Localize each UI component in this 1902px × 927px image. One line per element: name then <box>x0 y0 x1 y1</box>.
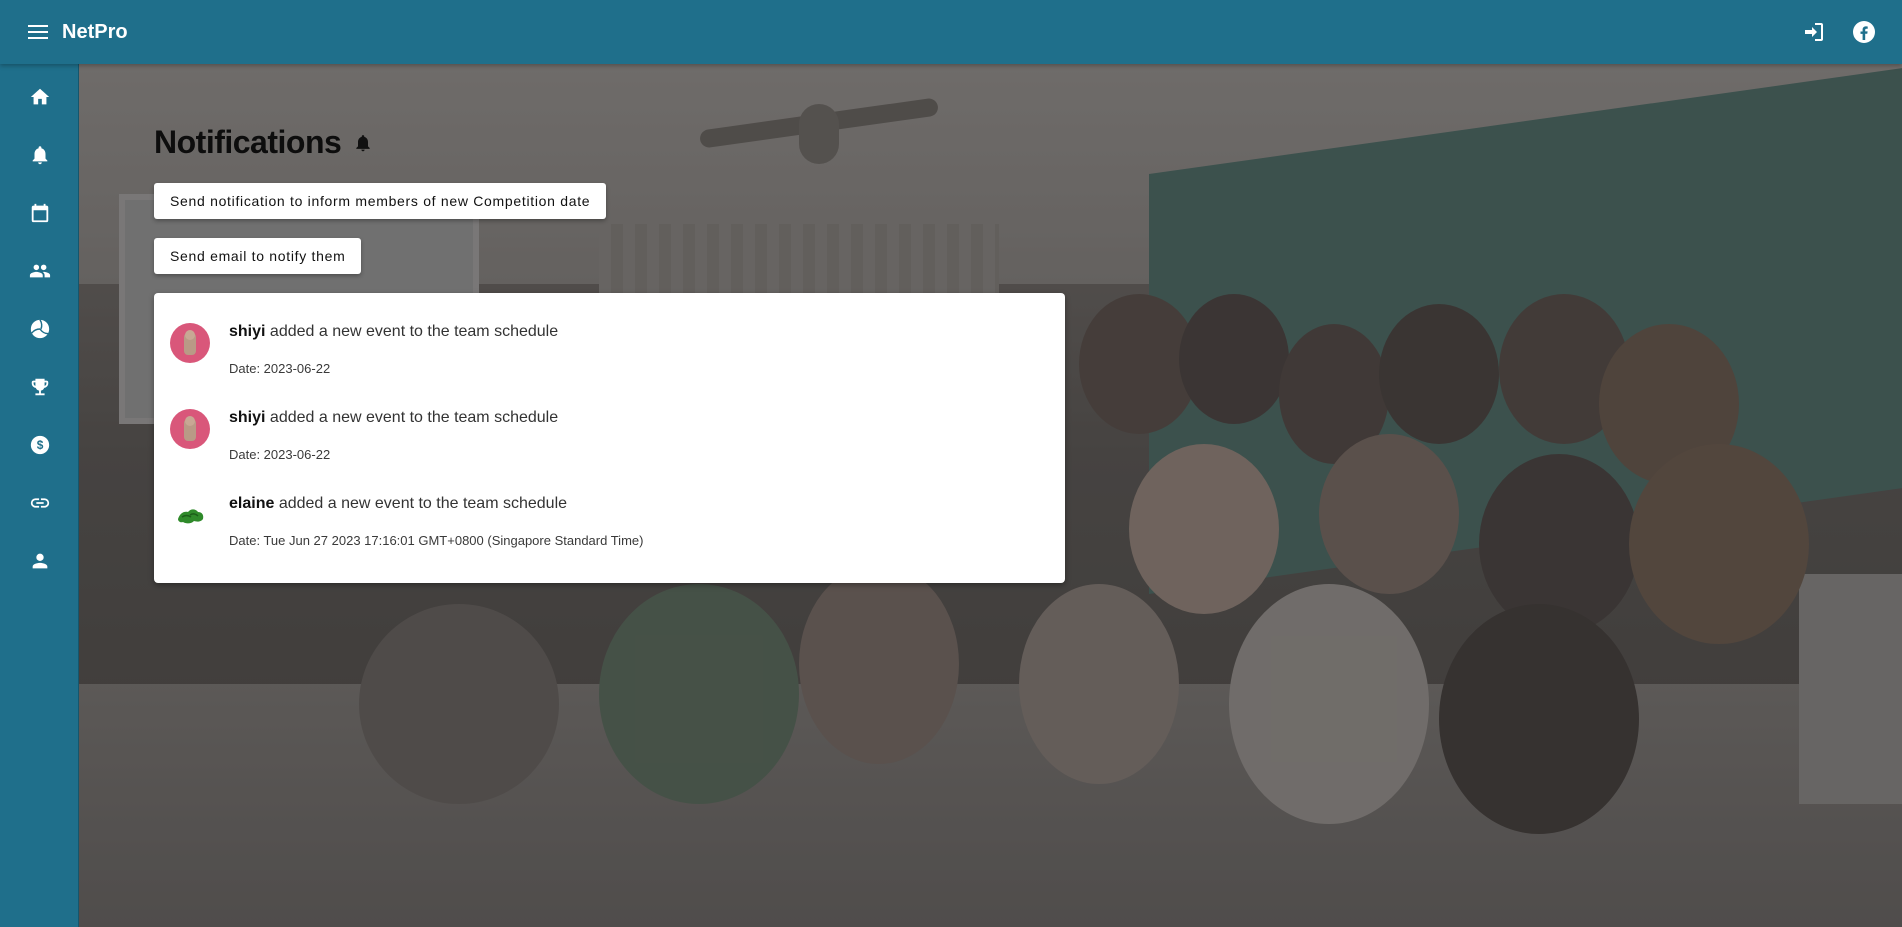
sidebar-item-members[interactable] <box>0 242 79 300</box>
sidebar-item-finance[interactable]: $ <box>0 416 79 474</box>
page-title-text: Notifications <box>154 124 342 160</box>
volleyball-icon <box>30 319 49 339</box>
list-item[interactable]: shiyi added a new event to the team sche… <box>154 397 1065 483</box>
sidebar-item-home[interactable] <box>0 68 79 126</box>
sidebar-item-trophy[interactable] <box>0 358 79 416</box>
notification-message: added a new event to the team schedule <box>269 323 559 340</box>
notification-user: shiyi <box>229 323 266 340</box>
notification-message: added a new event to the team schedule <box>269 409 559 426</box>
calendar-icon <box>31 203 48 223</box>
group-icon <box>29 264 50 278</box>
list-item[interactable]: shiyi added a new event to the team sche… <box>154 311 1065 397</box>
notification-message: added a new event to the team schedule <box>278 495 568 512</box>
home-icon <box>30 88 49 105</box>
sidebar-item-volleyball[interactable] <box>0 300 79 358</box>
hamburger-menu-icon[interactable] <box>22 16 54 48</box>
list-item[interactable]: elaine added a new event to the team sch… <box>154 483 1065 569</box>
notification-user: elaine <box>229 495 275 512</box>
notification-user: shiyi <box>229 409 266 426</box>
person-icon <box>32 553 47 569</box>
bell-icon <box>353 133 373 153</box>
bell-icon <box>32 146 47 165</box>
login-icon[interactable] <box>1796 14 1832 50</box>
notification-date: Date: 2023-06-22 <box>229 361 331 376</box>
send-notification-button[interactable]: Send notification to inform members of n… <box>154 183 607 219</box>
sidebar: $ <box>0 64 79 927</box>
avatar <box>170 323 210 363</box>
notification-date: Date: 2023-06-22 <box>229 447 331 462</box>
trophy-icon <box>31 378 48 396</box>
page-title: Notifications <box>154 124 373 161</box>
link-icon <box>30 498 49 508</box>
sidebar-item-notifications[interactable] <box>0 126 79 184</box>
sidebar-item-profile[interactable] <box>0 532 79 590</box>
notification-date: Date: Tue Jun 27 2023 17:16:01 GMT+0800 … <box>229 533 644 548</box>
sidebar-item-calendar[interactable] <box>0 184 79 242</box>
app-title: NetPro <box>62 20 128 43</box>
app-bar: NetPro <box>0 0 1902 64</box>
send-email-button[interactable]: Send email to notify them <box>154 238 362 274</box>
svg-text:$: $ <box>36 438 43 452</box>
facebook-icon[interactable] <box>1846 14 1882 50</box>
avatar <box>170 495 210 535</box>
dollar-icon: $ <box>30 435 49 455</box>
avatar <box>170 409 210 449</box>
sidebar-item-links[interactable] <box>0 474 79 532</box>
notifications-list: shiyi added a new event to the team sche… <box>154 293 1065 583</box>
main-content: Notifications Send notification to infor… <box>79 64 1902 927</box>
